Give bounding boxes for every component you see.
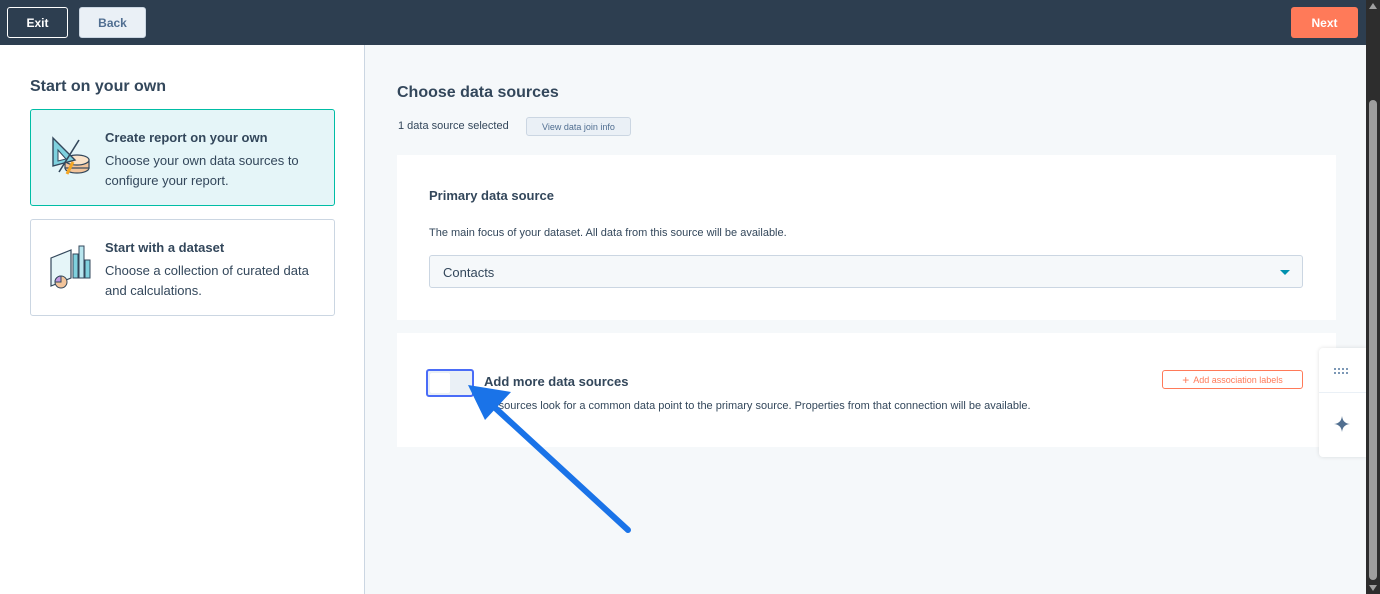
card-title: Create report on your own — [105, 130, 268, 145]
scroll-down-icon[interactable] — [1369, 585, 1377, 591]
grid-dots-icon[interactable] — [1333, 366, 1351, 376]
scroll-up-icon[interactable] — [1369, 3, 1377, 9]
add-more-data-sources-title: Add more data sources — [484, 374, 629, 389]
plus-icon: + — [1182, 372, 1190, 387]
card-title: Start with a dataset — [105, 240, 225, 255]
primary-data-source-value: Contacts — [443, 265, 495, 280]
primary-data-source-panel: Primary data source The main focus of yo… — [397, 155, 1336, 320]
additional-data-sources-panel: Add more data sources se sources look fo… — [397, 333, 1336, 447]
toggle-knob — [430, 373, 450, 393]
next-button[interactable]: Next — [1291, 7, 1358, 38]
primary-data-source-description: The main focus of your dataset. All data… — [429, 227, 787, 239]
sparkle-icon[interactable] — [1333, 415, 1351, 433]
left-panel-title: Start on your own — [30, 78, 166, 95]
add-more-data-sources-toggle[interactable] — [426, 369, 474, 397]
dataset-chart-icon — [50, 245, 91, 289]
primary-data-source-title: Primary data source — [429, 188, 555, 203]
back-button[interactable]: Back — [79, 7, 146, 38]
add-more-data-sources-description: se sources look for a common data point … — [484, 400, 1031, 412]
vertical-scrollbar[interactable] — [1366, 0, 1380, 594]
primary-data-source-select[interactable]: Contacts — [429, 255, 1303, 288]
scroll-thumb[interactable] — [1369, 100, 1377, 580]
start-with-dataset-card[interactable]: Start with a dataset Choose a collection… — [30, 219, 335, 316]
divider — [1319, 392, 1366, 393]
left-panel: Start on your own Create report on your … — [0, 45, 365, 594]
create-report-card[interactable]: Create report on your own Choose your ow… — [30, 109, 335, 206]
drafting-tools-icon — [52, 136, 90, 175]
selected-count: 1 data source selected — [398, 120, 509, 132]
card-description: Choose your own data sources to configur… — [105, 153, 299, 188]
add-association-labels-label: Add association labels — [1193, 374, 1283, 385]
exit-button[interactable]: Exit — [7, 7, 68, 38]
card-description: Choose a collection of curated data and … — [105, 263, 309, 298]
view-data-join-info-button[interactable]: View data join info — [526, 117, 631, 136]
add-association-labels-button[interactable]: + Add association labels — [1162, 370, 1303, 389]
floating-tools-panel — [1319, 348, 1366, 457]
top-bar: Exit Back Next — [0, 0, 1366, 45]
caret-down-icon — [1280, 270, 1290, 275]
page-title: Choose data sources — [397, 84, 559, 101]
